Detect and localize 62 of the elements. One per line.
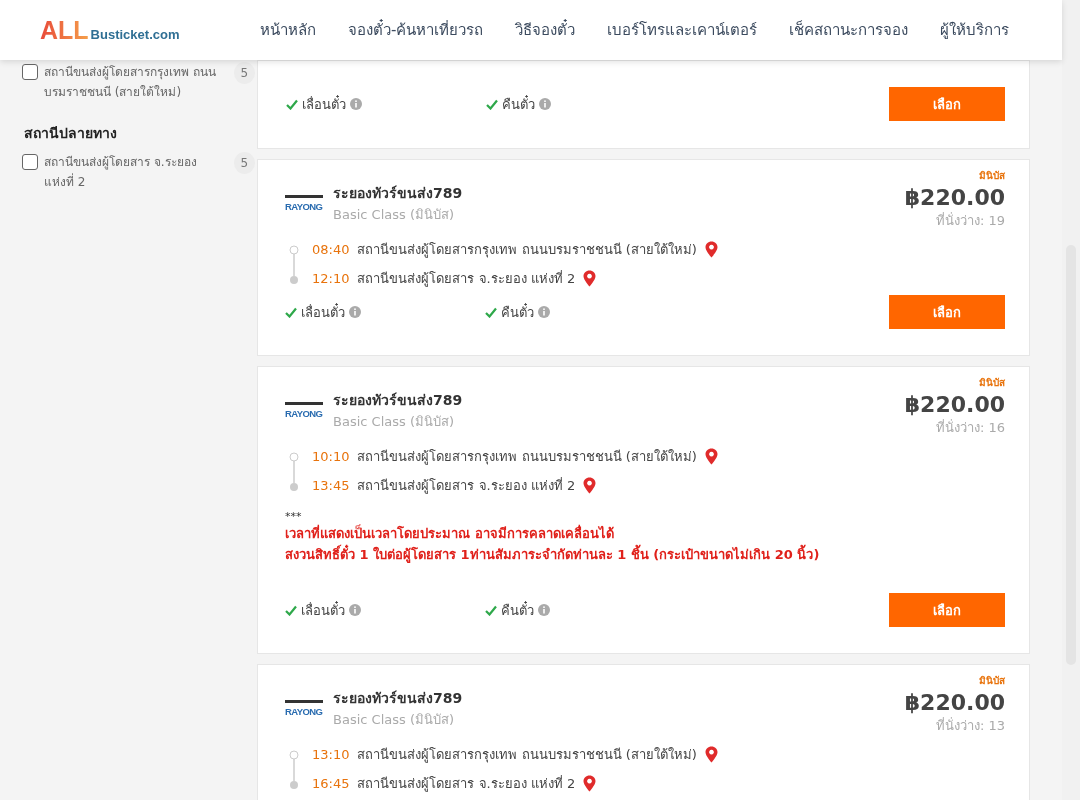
map-pin-icon[interactable] bbox=[583, 270, 597, 287]
bus-class: Basic Class (มินิบัส) bbox=[333, 711, 456, 729]
stop-time: 16:45 bbox=[312, 776, 350, 791]
operator-logo: RAYONG bbox=[285, 192, 323, 215]
operator-logo: RAYONG bbox=[285, 697, 323, 720]
filter-heading: สถานีปลายทาง bbox=[24, 124, 118, 143]
timeline-drawing bbox=[289, 750, 299, 790]
feature-label: เลื่อนตั๋ว bbox=[301, 600, 345, 620]
nav-link[interactable]: ผู้ให้บริการ bbox=[940, 18, 1010, 42]
stop-time: 12:10 bbox=[312, 271, 350, 286]
feature-label: เลื่อนตั๋ว bbox=[302, 94, 346, 114]
operator-name: ระยองทัวร์ขนส่ง789 bbox=[333, 184, 463, 203]
note-text: สงวนสิทธิ์ตั๋ว 1 ใบต่อผู้โดยสาร 1ท่านสัมภาระจำกัดท่านละ 1 ชิ้น (กระเป๋าขนาดไม่เกิน 20 นิ้ว) bbox=[285, 544, 1005, 565]
station-name: สถานีขนส่งผู้โดยสารกรุงเทพ ถนนบรมราชชนนี (สายใต้ใหม่) bbox=[357, 241, 697, 260]
nav-link[interactable]: เช็คสถานะการจอง bbox=[789, 18, 909, 42]
station-name: สถานีขนส่งผู้โดยสารกรุงเทพ ถนนบรมราชชนนี (สายใต้ใหม่) bbox=[357, 746, 697, 765]
stop-time: 10:10 bbox=[312, 449, 350, 464]
feature-label: คืนตั๋ว bbox=[502, 94, 535, 114]
site-logo[interactable]: ALL Busticket.com bbox=[40, 15, 260, 45]
filter-label: สถานีขนส่งผู้โดยสาร จ.ระยอง แห่งที่ 2 bbox=[44, 154, 198, 191]
nav-link[interactable]: หน้าหลัก bbox=[260, 18, 316, 42]
bus-type-label: มินิบัส bbox=[979, 674, 1005, 688]
checkbox[interactable] bbox=[22, 64, 38, 80]
feature-label: คืนตั๋ว bbox=[501, 600, 534, 620]
operator-name: ระยองทัวร์ขนส่ง789 bbox=[333, 689, 463, 708]
feature-label: คืนตั๋ว bbox=[501, 302, 534, 322]
bus-type-label: มินิบัส bbox=[979, 376, 1005, 390]
filter-label: สถานีขนส่งผู้โดยสารกรุงเทพ ถนนบรมราชชนนี (สายใต้ใหม่) bbox=[44, 64, 217, 101]
station-name: สถานีขนส่งผู้โดยสาร จ.ระยอง แห่งที่ 2 bbox=[357, 774, 576, 794]
operator-name: ระยองทัวร์ขนส่ง789 bbox=[333, 391, 463, 410]
count-badge: 5 bbox=[233, 62, 255, 84]
nav-link[interactable]: เบอร์โทรและเคาน์เตอร์ bbox=[607, 18, 758, 42]
price: ฿220.00 bbox=[904, 690, 1005, 715]
nav-link[interactable]: จองตั๋ว-ค้นหาเที่ยวรถ bbox=[348, 18, 484, 42]
station-name: สถานีขนส่งผู้โดยสาร จ.ระยอง แห่งที่ 2 bbox=[357, 476, 576, 496]
stop-time: 08:40 bbox=[312, 242, 350, 257]
feature-label: เลื่อนตั๋ว bbox=[301, 302, 345, 322]
nav-link[interactable]: วิธีจองตั๋ว bbox=[515, 18, 576, 42]
bus-type-label: มินิบัส bbox=[979, 169, 1005, 183]
seats-available: ที่นั่งว่าง: 16 bbox=[935, 418, 1005, 437]
price: ฿220.00 bbox=[904, 392, 1005, 417]
station-name: สถานีขนส่งผู้โดยสาร จ.ระยอง แห่งที่ 2 bbox=[357, 269, 576, 289]
bus-class: Basic Class (มินิบัส) bbox=[333, 206, 456, 224]
stop-time: 13:10 bbox=[312, 747, 350, 762]
note-marker: *** bbox=[285, 510, 303, 523]
bus-class: Basic Class (มินิบัส) bbox=[333, 413, 456, 431]
map-pin-icon[interactable] bbox=[704, 746, 718, 763]
count-badge: 5 bbox=[233, 152, 255, 174]
map-pin-icon[interactable] bbox=[704, 448, 718, 465]
seats-available: ที่นั่งว่าง: 13 bbox=[935, 716, 1005, 735]
stop-time: 13:45 bbox=[312, 478, 350, 493]
seats-available: ที่นั่งว่าง: 19 bbox=[935, 211, 1005, 230]
timeline-drawing bbox=[289, 452, 299, 492]
map-pin-icon[interactable] bbox=[704, 241, 718, 258]
map-pin-icon[interactable] bbox=[583, 477, 597, 494]
price: ฿220.00 bbox=[904, 185, 1005, 210]
timeline-drawing bbox=[289, 245, 299, 285]
operator-logo: RAYONG bbox=[285, 399, 323, 422]
map-pin-icon[interactable] bbox=[583, 775, 597, 792]
checkbox[interactable] bbox=[22, 154, 38, 170]
note-text: เวลาที่แสดงเป็นเวลาโดยประมาณ อาจมีการคลาดเคลื่อนได้ bbox=[285, 523, 615, 543]
station-name: สถานีขนส่งผู้โดยสารกรุงเทพ ถนนบรมราชชนนี (สายใต้ใหม่) bbox=[357, 448, 697, 467]
